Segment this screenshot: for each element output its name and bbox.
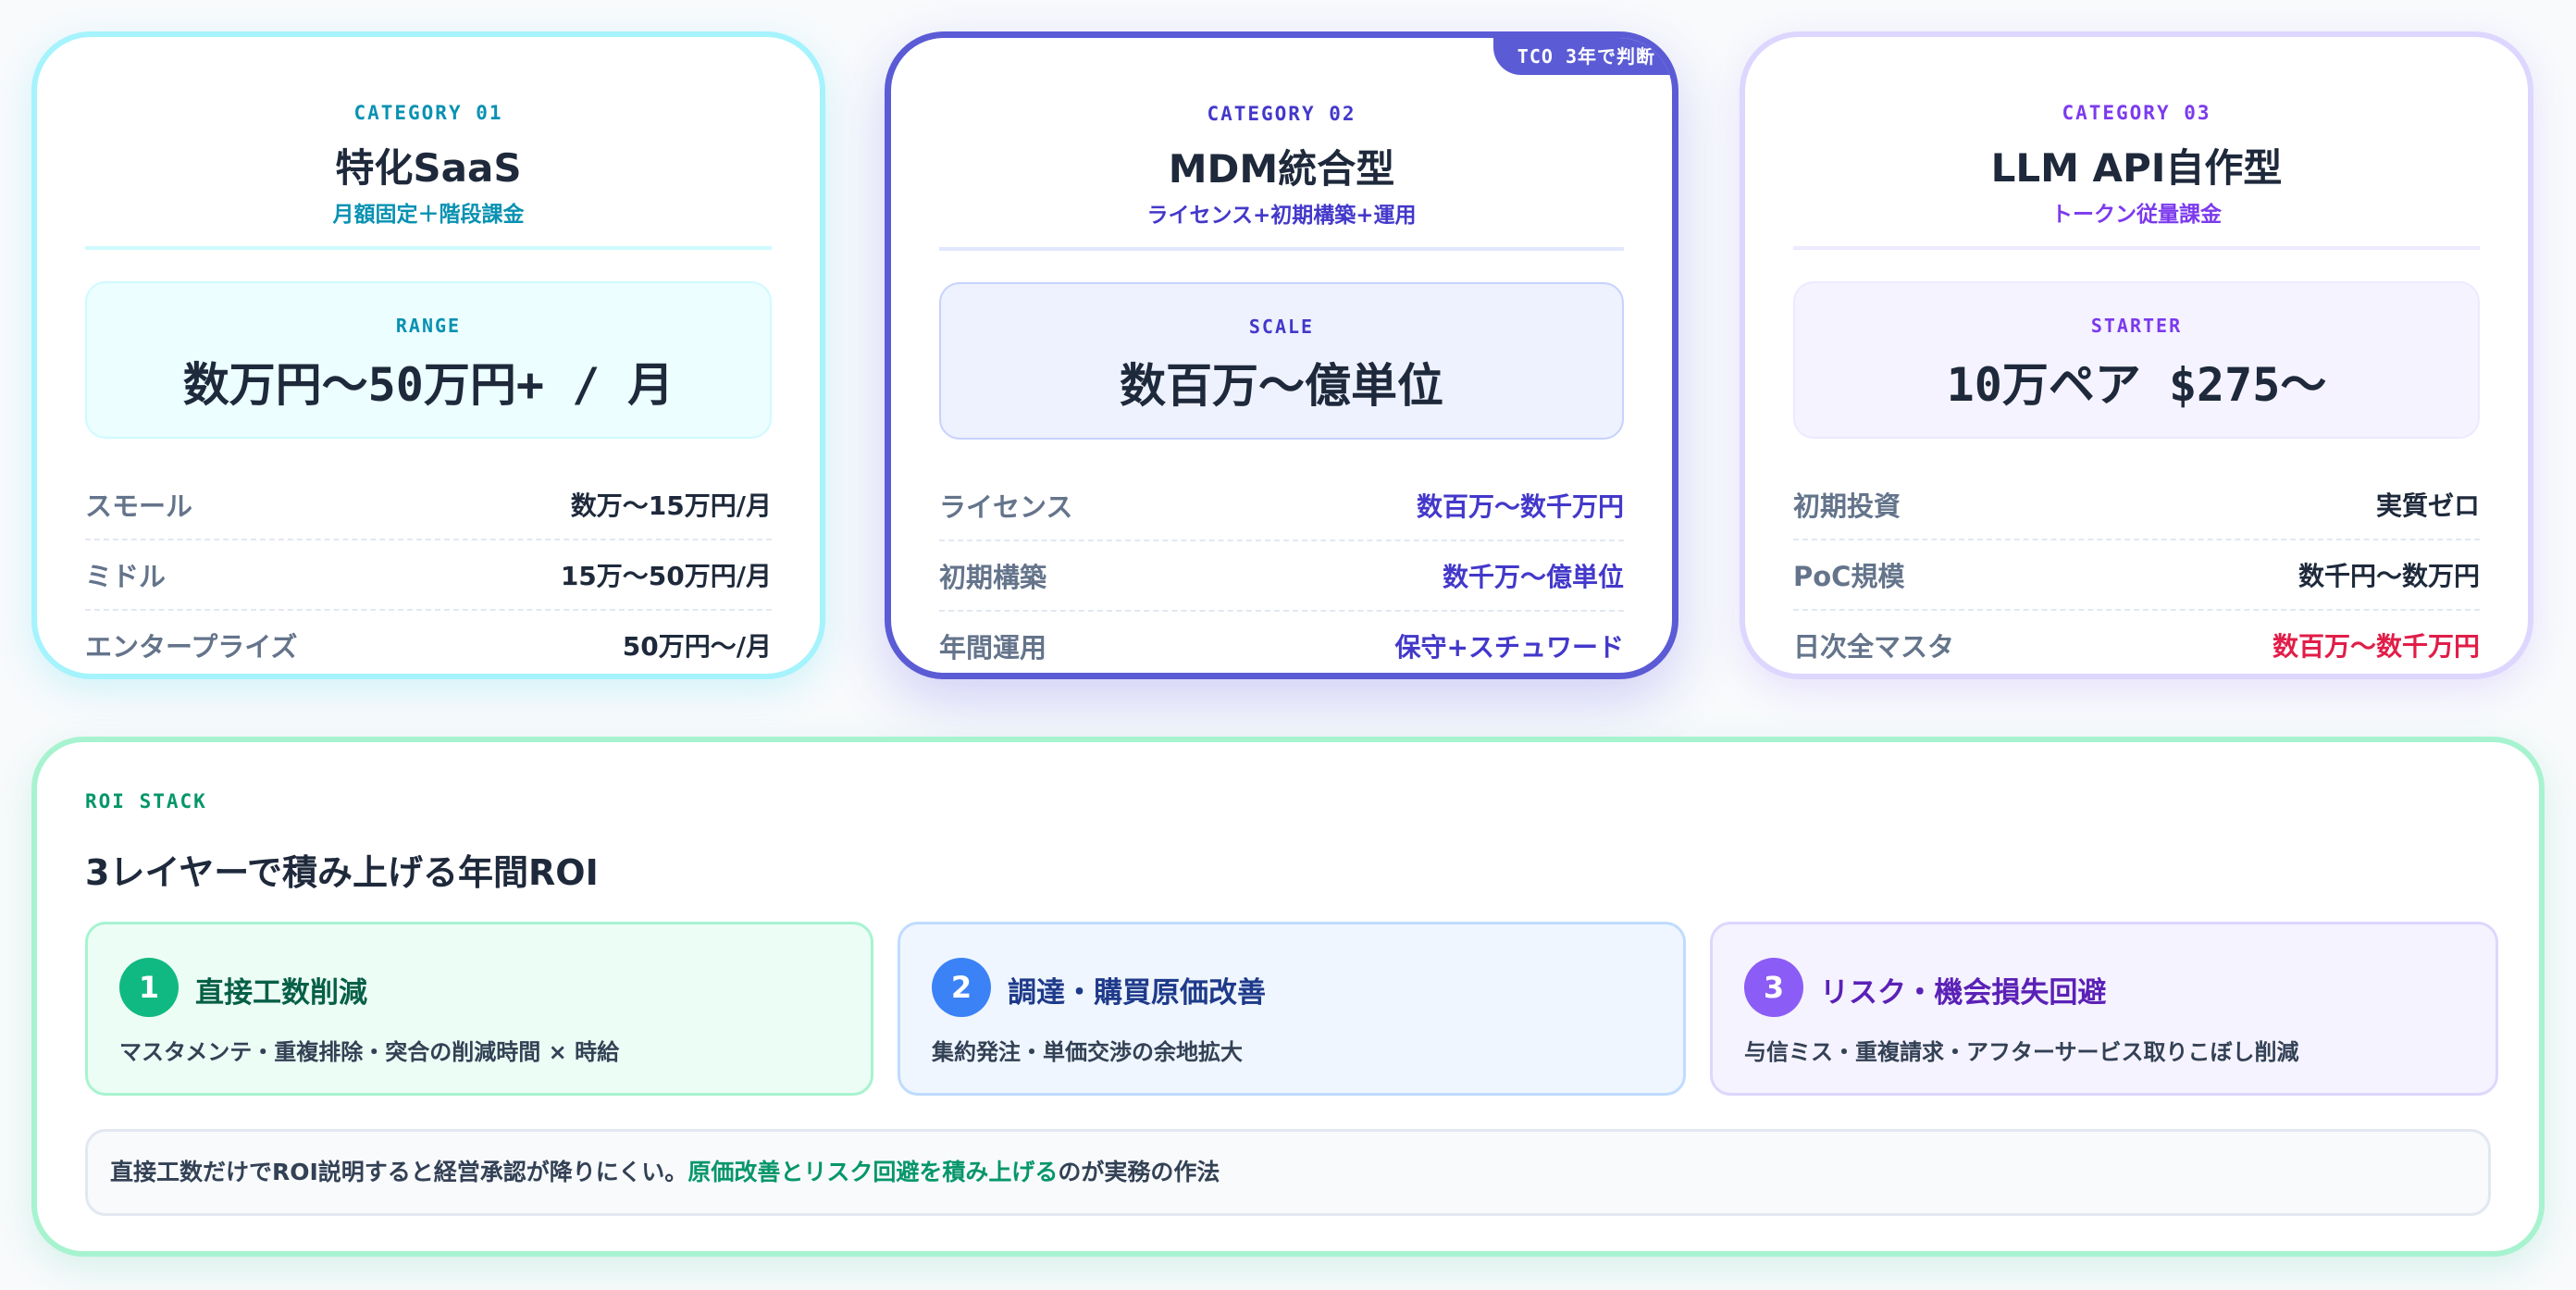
starter-label: STARTER [2090, 315, 2183, 337]
price-rows: 初期投資 実質ゼロ PoC規模 数千円〜数万円 日次全マスタ 数百万〜数千万円 [1793, 470, 2480, 674]
row-value: 数万〜15万円/月 [570, 490, 772, 521]
row-value: 実質ゼロ [2375, 490, 2480, 521]
roi-layer-1: 1 直接工数削減 マスタメンテ・重複排除・突合の削減時間 × 時給 [85, 922, 873, 1096]
category-subtitle: ライセンス+初期構築+運用 [1146, 204, 1417, 228]
price-rows: ライセンス 数百万〜数千万円 初期構築 数千万〜億単位 年間運用 保守+スチュワ… [939, 471, 1624, 673]
price-row: 初期構築 数千万〜億単位 [939, 541, 1624, 612]
row-key: 初期構築 [939, 562, 1047, 593]
starter-box: STARTER 10万ペア $275〜 [1793, 281, 2480, 439]
price-row: 日次全マスタ 数百万〜数千万円 [1793, 611, 2480, 674]
category-card-llm: CATEGORY 03 LLM API自作型 トークン従量課金 STARTER … [1740, 31, 2533, 679]
roi-label: ROI STACK [85, 790, 207, 812]
roi-title: 3レイヤーで積み上げる年間ROI [85, 852, 599, 893]
note-highlight: 原価改善とリスク回避を積み上げる [687, 1159, 1059, 1185]
row-key: ライセンス [939, 491, 1073, 523]
row-value: 数百万〜数千万円 [1416, 491, 1624, 522]
category-card-mdm: TCO 3年で判断 CATEGORY 02 MDM統合型 ライセンス+初期構築+… [885, 31, 1678, 679]
layer-title: 調達・購買原価改善 [1008, 976, 1266, 1010]
price-row: ミドル 15万〜50万円/月 [85, 540, 772, 611]
row-key: 初期投資 [1793, 490, 1901, 522]
divider [939, 247, 1624, 251]
scale-label: SCALE [1248, 316, 1315, 338]
layer-description: 集約発注・単価交渉の余地拡大 [932, 1039, 1243, 1065]
note-text: 直接工数だけでROI説明すると経営承認が降りにくい。 [110, 1159, 688, 1185]
starter-value: 10万ペア $275〜 [1946, 358, 2327, 412]
price-row: PoC規模 数千円〜数万円 [1793, 540, 2480, 611]
layer-number-badge: 1 [119, 958, 179, 1017]
layer-number-badge: 2 [932, 958, 991, 1017]
tco-badge: TCO 3年で判断 [1492, 38, 1672, 75]
price-row: スモール 数万〜15万円/月 [85, 470, 772, 540]
row-key: PoC規模 [1793, 561, 1905, 592]
row-key: ミドル [85, 561, 167, 592]
layer-number-badge: 3 [1744, 958, 1803, 1017]
roi-layer-3: 3 リスク・機会損失回避 与信ミス・重複請求・アフターサービス取りこぼし削減 [1710, 922, 2498, 1096]
row-value: 数千円〜数万円 [2297, 561, 2480, 591]
price-rows: スモール 数万〜15万円/月 ミドル 15万〜50万円/月 エンタープライズ 5… [85, 470, 772, 674]
range-value: 数万円〜50万円+ / 月 [182, 358, 675, 412]
roi-note: 直接工数だけでROI説明すると経営承認が降りにくい。原価改善とリスク回避を積み上… [85, 1129, 2491, 1216]
price-row: エンタープライズ 50万円〜/月 [85, 611, 772, 674]
row-value: 15万〜50万円/月 [560, 561, 772, 591]
roi-layer-2: 2 調達・購買原価改善 集約発注・単価交渉の余地拡大 [898, 922, 1686, 1096]
row-key: 年間運用 [939, 632, 1047, 664]
row-value-warning: 数百万〜数千万円 [2272, 631, 2480, 662]
category-title: MDM統合型 [1168, 146, 1395, 192]
layer-description: 与信ミス・重複請求・アフターサービス取りこぼし削減 [1744, 1039, 2299, 1065]
category-label: CATEGORY 03 [2062, 102, 2211, 124]
category-subtitle: トークン従量課金 [2051, 203, 2222, 227]
range-label: RANGE [395, 315, 462, 337]
divider [85, 246, 772, 250]
scale-box: SCALE 数百万〜億単位 [939, 282, 1624, 440]
layer-title: 直接工数削減 [195, 976, 367, 1010]
category-title: LLM API自作型 [1990, 145, 2283, 191]
divider [1793, 246, 2480, 250]
row-value: 保守+スチュワード [1394, 632, 1624, 663]
roi-stack-panel: ROI STACK 3レイヤーで積み上げる年間ROI 1 直接工数削減 マスタメ… [31, 737, 2545, 1257]
price-row: ライセンス 数百万〜数千万円 [939, 471, 1624, 541]
range-box: RANGE 数万円〜50万円+ / 月 [85, 281, 772, 439]
note-text-suffix: のが実務の作法 [1058, 1159, 1220, 1185]
row-key: スモール [85, 490, 193, 522]
category-label: CATEGORY 01 [353, 102, 503, 124]
row-value: 50万円〜/月 [622, 631, 772, 662]
price-row: 初期投資 実質ゼロ [1793, 470, 2480, 540]
category-card-saas: CATEGORY 01 特化SaaS 月額固定＋階段課金 RANGE 数万円〜5… [31, 31, 825, 679]
row-key: 日次全マスタ [1793, 631, 1955, 663]
row-value: 数千万〜億単位 [1442, 562, 1624, 592]
category-label: CATEGORY 02 [1207, 103, 1356, 125]
layer-description: マスタメンテ・重複排除・突合の削減時間 × 時給 [119, 1039, 620, 1065]
layer-title: リスク・機会損失回避 [1820, 976, 2107, 1010]
scale-value: 数百万〜億単位 [1120, 359, 1443, 413]
category-title: 特化SaaS [335, 145, 522, 191]
price-row: 年間運用 保守+スチュワード [939, 612, 1624, 673]
category-subtitle: 月額固定＋階段課金 [332, 203, 525, 227]
row-key: エンタープライズ [85, 631, 298, 663]
